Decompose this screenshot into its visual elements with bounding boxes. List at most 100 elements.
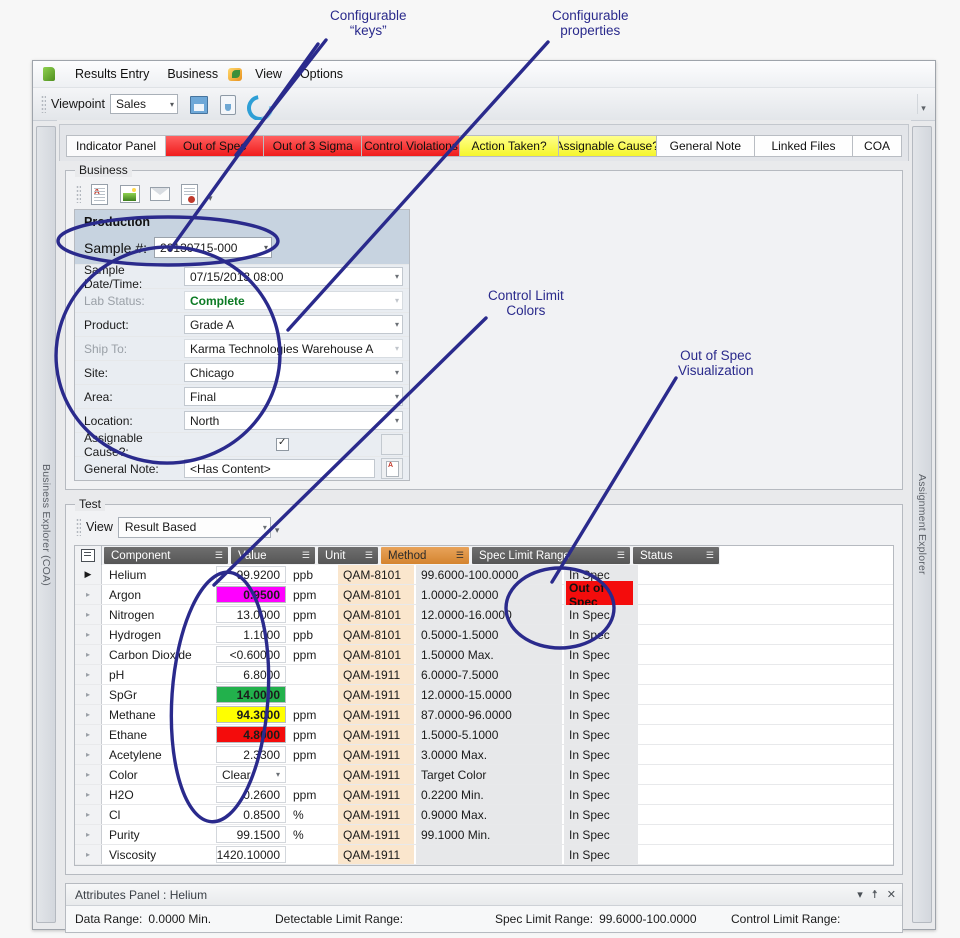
cell-unit[interactable]: ppm	[288, 745, 336, 764]
cell-method[interactable]: QAM-8101	[338, 625, 414, 644]
row-selector-icon[interactable]: ▸	[75, 705, 102, 724]
cell-component[interactable]: H2O	[102, 785, 214, 804]
cell-method[interactable]: QAM-1911	[338, 825, 414, 844]
pin-icon[interactable]: ☰	[302, 550, 310, 561]
menu-item-results-entry[interactable]: Results Entry	[66, 64, 158, 84]
cell-status[interactable]: Out of Spec	[564, 580, 638, 609]
indicator-tab-out-of-spec[interactable]: Out of Spec	[166, 135, 265, 157]
cell-value[interactable]: <0.60000	[216, 646, 286, 663]
cell-spec-limit-range[interactable]: 99.6000-100.0000	[416, 565, 562, 584]
table-row[interactable]: ▸ Color Clear ▾ QAM-1911 Target Color In Spec	[75, 765, 893, 785]
row-selector-icon[interactable]: ▸	[75, 845, 102, 864]
cell-status[interactable]: In Spec	[564, 785, 638, 804]
area-field[interactable]: Final ▾	[184, 387, 403, 406]
certificate-button[interactable]	[176, 182, 202, 206]
row-selector-icon[interactable]: ▸	[75, 725, 102, 744]
cell-component[interactable]: Helium	[102, 565, 214, 584]
chevron-down-icon[interactable]: ▾	[276, 770, 280, 779]
cell-component[interactable]: Acetylene	[102, 745, 214, 764]
dock-tab-assignment-explorer[interactable]: Assignment Explorer	[912, 126, 932, 923]
cell-value[interactable]: 2.3300	[216, 746, 286, 763]
cell-value[interactable]: 0.8500	[216, 806, 286, 823]
image-button[interactable]	[116, 182, 142, 206]
table-row[interactable]: ▸ Carbon Dioxide <0.60000 ppm QAM-8101 1.5000…	[75, 645, 893, 665]
table-row[interactable]: ▸ Viscosity 1420.10000 QAM-1911 In Spec	[75, 845, 893, 865]
cell-status[interactable]: In Spec	[564, 765, 638, 784]
cell-value[interactable]: 14.0000	[216, 686, 286, 703]
table-row[interactable]: ▸ Purity 99.1500% QAM-1911 99.1000 Min. In Sp…	[75, 825, 893, 845]
close-icon[interactable]: ✕	[887, 888, 896, 901]
cell-unit[interactable]	[288, 685, 336, 704]
row-selector-icon[interactable]: ▸	[75, 605, 102, 624]
cell-status[interactable]: In Spec	[564, 625, 638, 644]
cell-status[interactable]: In Spec	[564, 665, 638, 684]
table-row[interactable]: ▸ Methane 94.3000 ppm QAM-1911 87.0000-96.000…	[75, 705, 893, 725]
cell-spec-limit-range[interactable]: 12.0000-15.0000	[416, 685, 562, 704]
email-button[interactable]	[146, 182, 172, 206]
pin-icon[interactable]: ☰	[456, 550, 464, 561]
cell-status[interactable]: In Spec	[564, 705, 638, 724]
sample-button[interactable]	[214, 91, 240, 117]
column-header-value[interactable]: Value ☰	[231, 547, 315, 564]
save-button[interactable]	[185, 91, 211, 117]
cell-method[interactable]: QAM-1911	[338, 665, 414, 684]
cell-component[interactable]: Color	[102, 765, 214, 784]
cell-value[interactable]: 13.0000	[216, 606, 286, 623]
row-selector-icon[interactable]: ▸	[75, 825, 102, 844]
sample-number-select[interactable]: 20130715-000 ▾	[154, 237, 273, 258]
pin-icon[interactable]: ☰	[706, 550, 714, 561]
cell-value[interactable]: 1420.10000	[216, 846, 286, 863]
cell-spec-limit-range[interactable]: 0.2200 Min.	[416, 785, 562, 804]
location-field[interactable]: North ▾	[184, 411, 403, 430]
cell-unit[interactable]: ppm	[288, 725, 336, 744]
row-selector-icon[interactable]: ▸	[75, 785, 102, 804]
table-row[interactable]: ▶ Helium 99.9200 ppb QAM-8101 99.6000-100.000…	[75, 565, 893, 585]
cell-value[interactable]: Clear ▾	[216, 766, 286, 783]
cell-spec-limit-range[interactable]: 1.5000-5.1000	[416, 725, 562, 744]
view-select[interactable]: Result Based ▾	[117, 516, 271, 538]
pin-icon[interactable]: ☰	[365, 550, 373, 561]
cell-method[interactable]: QAM-1911	[338, 745, 414, 764]
cell-component[interactable]: Methane	[102, 705, 214, 724]
cell-spec-limit-range[interactable]: 0.5000-1.5000	[416, 625, 562, 644]
table-row[interactable]: ▸ H2O 0.2600 ppm QAM-1911 0.2200 Min. In Spec	[75, 785, 893, 805]
column-header-method[interactable]: Method ☰	[381, 547, 469, 564]
table-row[interactable]: ▸ Nitrogen 13.0000 ppm QAM-8101 12.0000-16.00…	[75, 605, 893, 625]
table-row[interactable]: ▸ SpGr 14.0000 QAM-1911 12.0000-15.0000 In Sp…	[75, 685, 893, 705]
cell-unit[interactable]: ppb	[288, 565, 336, 584]
column-header-unit[interactable]: Unit ☰	[318, 547, 378, 564]
cell-component[interactable]: Argon	[102, 585, 214, 604]
cell-method[interactable]: QAM-8101	[338, 585, 414, 604]
cell-component[interactable]: Cl	[102, 805, 214, 824]
assignable-cause-detail-button[interactable]	[381, 434, 403, 455]
cell-unit[interactable]	[288, 845, 336, 864]
product-field[interactable]: Grade A ▾	[184, 315, 403, 334]
indicator-tab-linked-files[interactable]: Linked Files	[754, 135, 854, 157]
table-row[interactable]: ▸ Acetylene 2.3300 ppm QAM-1911 3.0000 Max. In…	[75, 745, 893, 765]
cell-component[interactable]: Viscosity	[102, 845, 214, 864]
test-toolbar-overflow-button[interactable]: ▾	[275, 525, 280, 539]
row-selector-icon[interactable]: ▸	[75, 805, 102, 824]
indicator-tab-out-of-3-sigma[interactable]: Out of 3 Sigma	[264, 135, 363, 157]
table-row[interactable]: ▸ Argon 0.9500 ppm QAM-8101 1.0000-2.0000 Out …	[75, 580, 893, 609]
grid-select-all-button[interactable]	[75, 546, 102, 565]
test-toolbar-grip[interactable]	[76, 518, 81, 536]
toolbar-overflow-button[interactable]: ▾	[917, 94, 929, 114]
cell-value[interactable]: 94.3000	[216, 706, 286, 723]
cell-value[interactable]: 0.2600	[216, 786, 286, 803]
pin-icon[interactable]: ☨	[872, 888, 878, 901]
cell-method[interactable]: QAM-1911	[338, 765, 414, 784]
cell-unit[interactable]: ppm	[288, 645, 336, 664]
table-row[interactable]: ▸ pH 6.8000 QAM-1911 6.0000-7.5000 In Spec	[75, 665, 893, 685]
business-toolbar-overflow-button[interactable]: ▾	[208, 193, 213, 207]
cell-spec-limit-range[interactable]: 87.0000-96.0000	[416, 705, 562, 724]
cell-unit[interactable]	[288, 765, 336, 784]
column-header-spec-limit-range[interactable]: Spec Limit Range ☰	[472, 547, 630, 564]
viewpoint-select[interactable]: Sales ▾	[109, 94, 178, 114]
refresh-button[interactable]	[241, 89, 279, 127]
cell-component[interactable]: Ethane	[102, 725, 214, 744]
menu-item-options[interactable]: Options	[291, 64, 352, 84]
cell-spec-limit-range[interactable]: 0.9000 Max.	[416, 805, 562, 824]
cell-spec-limit-range[interactable]: 1.0000-2.0000	[416, 585, 562, 604]
cell-value[interactable]: 0.9500	[216, 586, 286, 603]
